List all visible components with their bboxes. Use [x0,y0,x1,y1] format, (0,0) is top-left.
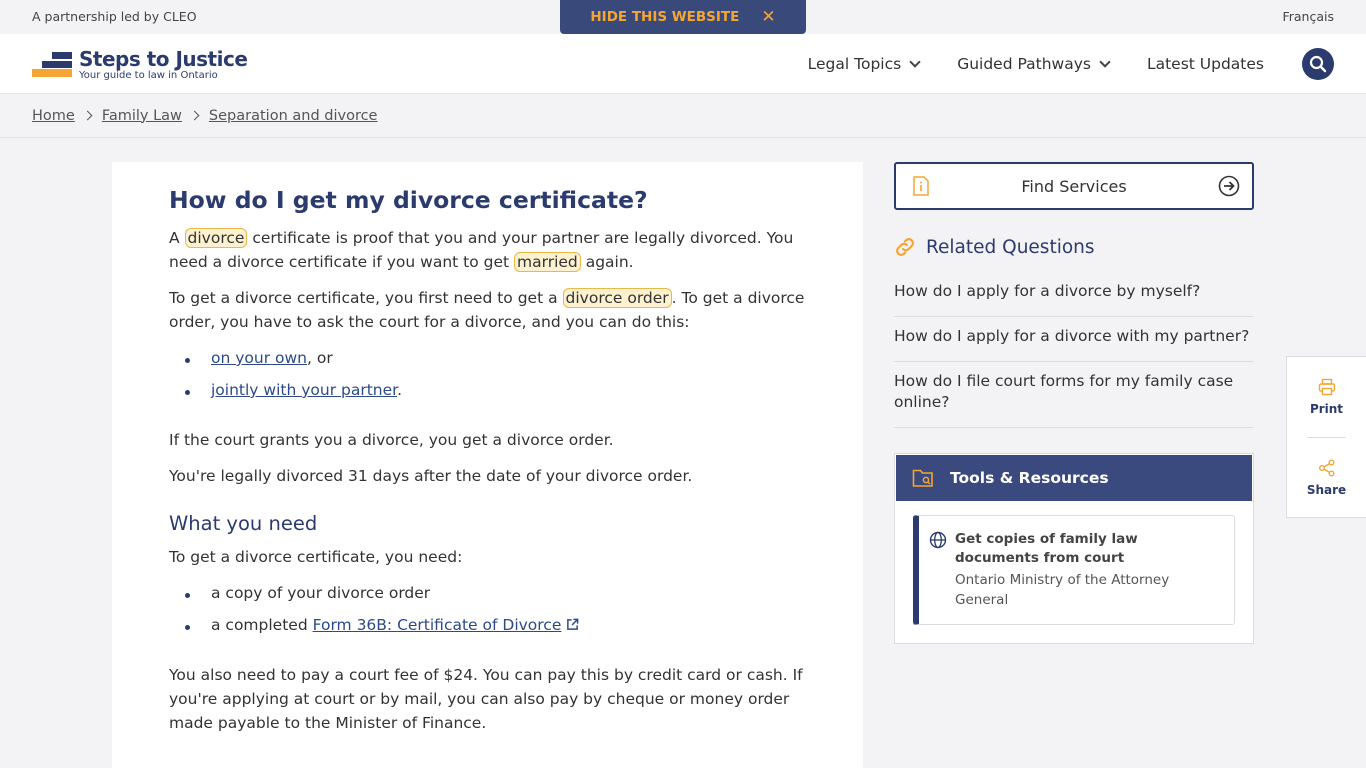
logo-subtitle: Your guide to law in Ontario [79,70,218,81]
print-share-panel: Print Share [1286,356,1366,518]
related-questions-title: Related Questions [926,236,1095,258]
nav-label: Legal Topics [807,55,902,73]
site-logo[interactable]: Steps to Justice Your guide to law in On… [32,47,248,82]
article-content: How do I get my divorce certificate? A d… [112,162,863,768]
court-grants-paragraph: If the court grants you a divorce, you g… [169,431,614,449]
share-label: Share [1306,483,1347,497]
find-services-button[interactable]: Find Services [894,162,1254,210]
legally-divorced-paragraph: You're legally divorced 31 days after th… [169,467,693,485]
resource-source: Ontario Ministry of the Attorney General [955,572,1170,608]
close-icon: ✕ [761,7,776,27]
needs-list: a copy of your divorce order a completed… [185,581,806,637]
site-header: Steps to Justice Your guide to law in On… [0,34,1366,94]
need-paragraph: To get a divorce certificate, you need: [169,548,463,566]
glossary-term-married[interactable]: married [514,252,581,272]
hide-website-button[interactable]: HIDE THIS WEBSITE ✕ [560,0,806,34]
search-icon [1309,55,1327,73]
page-title: How do I get my divorce certificate? [169,186,648,214]
related-questions-header: Related Questions [894,236,1254,258]
breadcrumb-family-law[interactable]: Family Law [102,108,182,124]
nav-label: Latest Updates [1146,55,1264,73]
info-document-icon [913,176,929,196]
share-button[interactable]: Share [1287,438,1366,518]
globe-icon [929,531,947,549]
related-question-link[interactable]: How do I apply for a divorce with my par… [894,317,1253,362]
breadcrumb-home[interactable]: Home [32,108,75,124]
tools-resources-title: Tools & Resources [950,469,1109,487]
glossary-term-divorce[interactable]: divorce [184,228,248,248]
share-icon [1318,459,1334,477]
tools-resources-panel: Tools & Resources Get copies of family l… [894,453,1254,644]
intro-paragraph: A divorce certificate is proof that you … [169,228,794,272]
print-button[interactable]: Print [1287,357,1366,437]
logo-title: Steps to Justice [79,47,248,71]
nav-latest-updates[interactable]: Latest Updates [1147,55,1264,73]
nav-legal-topics[interactable]: Legal Topics [807,55,921,73]
link-form-36b[interactable]: Form 36B: Certificate of Divorce [313,616,580,634]
language-toggle-link[interactable]: Français [1282,9,1334,24]
link-jointly-with-partner[interactable]: jointly with your partner [211,381,397,399]
options-list: on your own, or jointly with your partne… [185,346,806,402]
link-icon [896,238,914,256]
fee-paragraph: You also need to pay a court fee of $24.… [169,666,803,732]
chevron-right-icon [82,110,93,121]
printer-icon [1318,378,1335,396]
glossary-term-divorce-order[interactable]: divorce order [562,288,672,308]
link-on-your-own[interactable]: on your own [211,349,307,367]
arrow-right-circle-icon [1218,175,1240,197]
main-nav: Legal Topics Guided Pathways Latest Upda… [808,34,1264,94]
search-button[interactable] [1302,48,1334,80]
list-item: a copy of your divorce order [185,581,806,605]
find-services-label: Find Services [1021,176,1127,196]
list-item: jointly with your partner. [185,378,806,402]
folder-icon [912,469,933,487]
breadcrumb: Home Family Law Separation and divorce [0,94,1366,138]
order-paragraph: To get a divorce certificate, you first … [169,288,805,331]
list-item: on your own, or [185,346,806,370]
hide-website-label: HIDE THIS WEBSITE [590,9,740,25]
external-link-icon [567,618,579,630]
tools-resources-header: Tools & Resources [896,455,1252,501]
chevron-down-icon [1099,55,1111,68]
top-bar: A partnership led by CLEO HIDE THIS WEBS… [0,0,1366,34]
breadcrumb-separation-divorce[interactable]: Separation and divorce [209,108,378,124]
partnership-text: A partnership led by CLEO [32,9,197,24]
related-question-link[interactable]: How do I apply for a divorce by myself? [894,272,1253,317]
list-item: a completed Form 36B: Certificate of Div… [185,613,806,637]
chevron-right-icon [189,110,200,121]
resource-title: Get copies of family law documents from … [955,531,1138,566]
nav-guided-pathways[interactable]: Guided Pathways [957,55,1111,73]
nav-label: Guided Pathways [957,55,1091,73]
resource-card[interactable]: Get copies of family law documents from … [913,515,1235,625]
print-label: Print [1309,402,1344,416]
sidebar: Find Services Related Questions How do I… [894,162,1254,644]
section-heading-what-you-need: What you need [169,512,318,535]
related-question-link[interactable]: How do I file court forms for my family … [894,362,1253,428]
logo-steps-icon [32,48,72,78]
chevron-down-icon [909,55,921,68]
